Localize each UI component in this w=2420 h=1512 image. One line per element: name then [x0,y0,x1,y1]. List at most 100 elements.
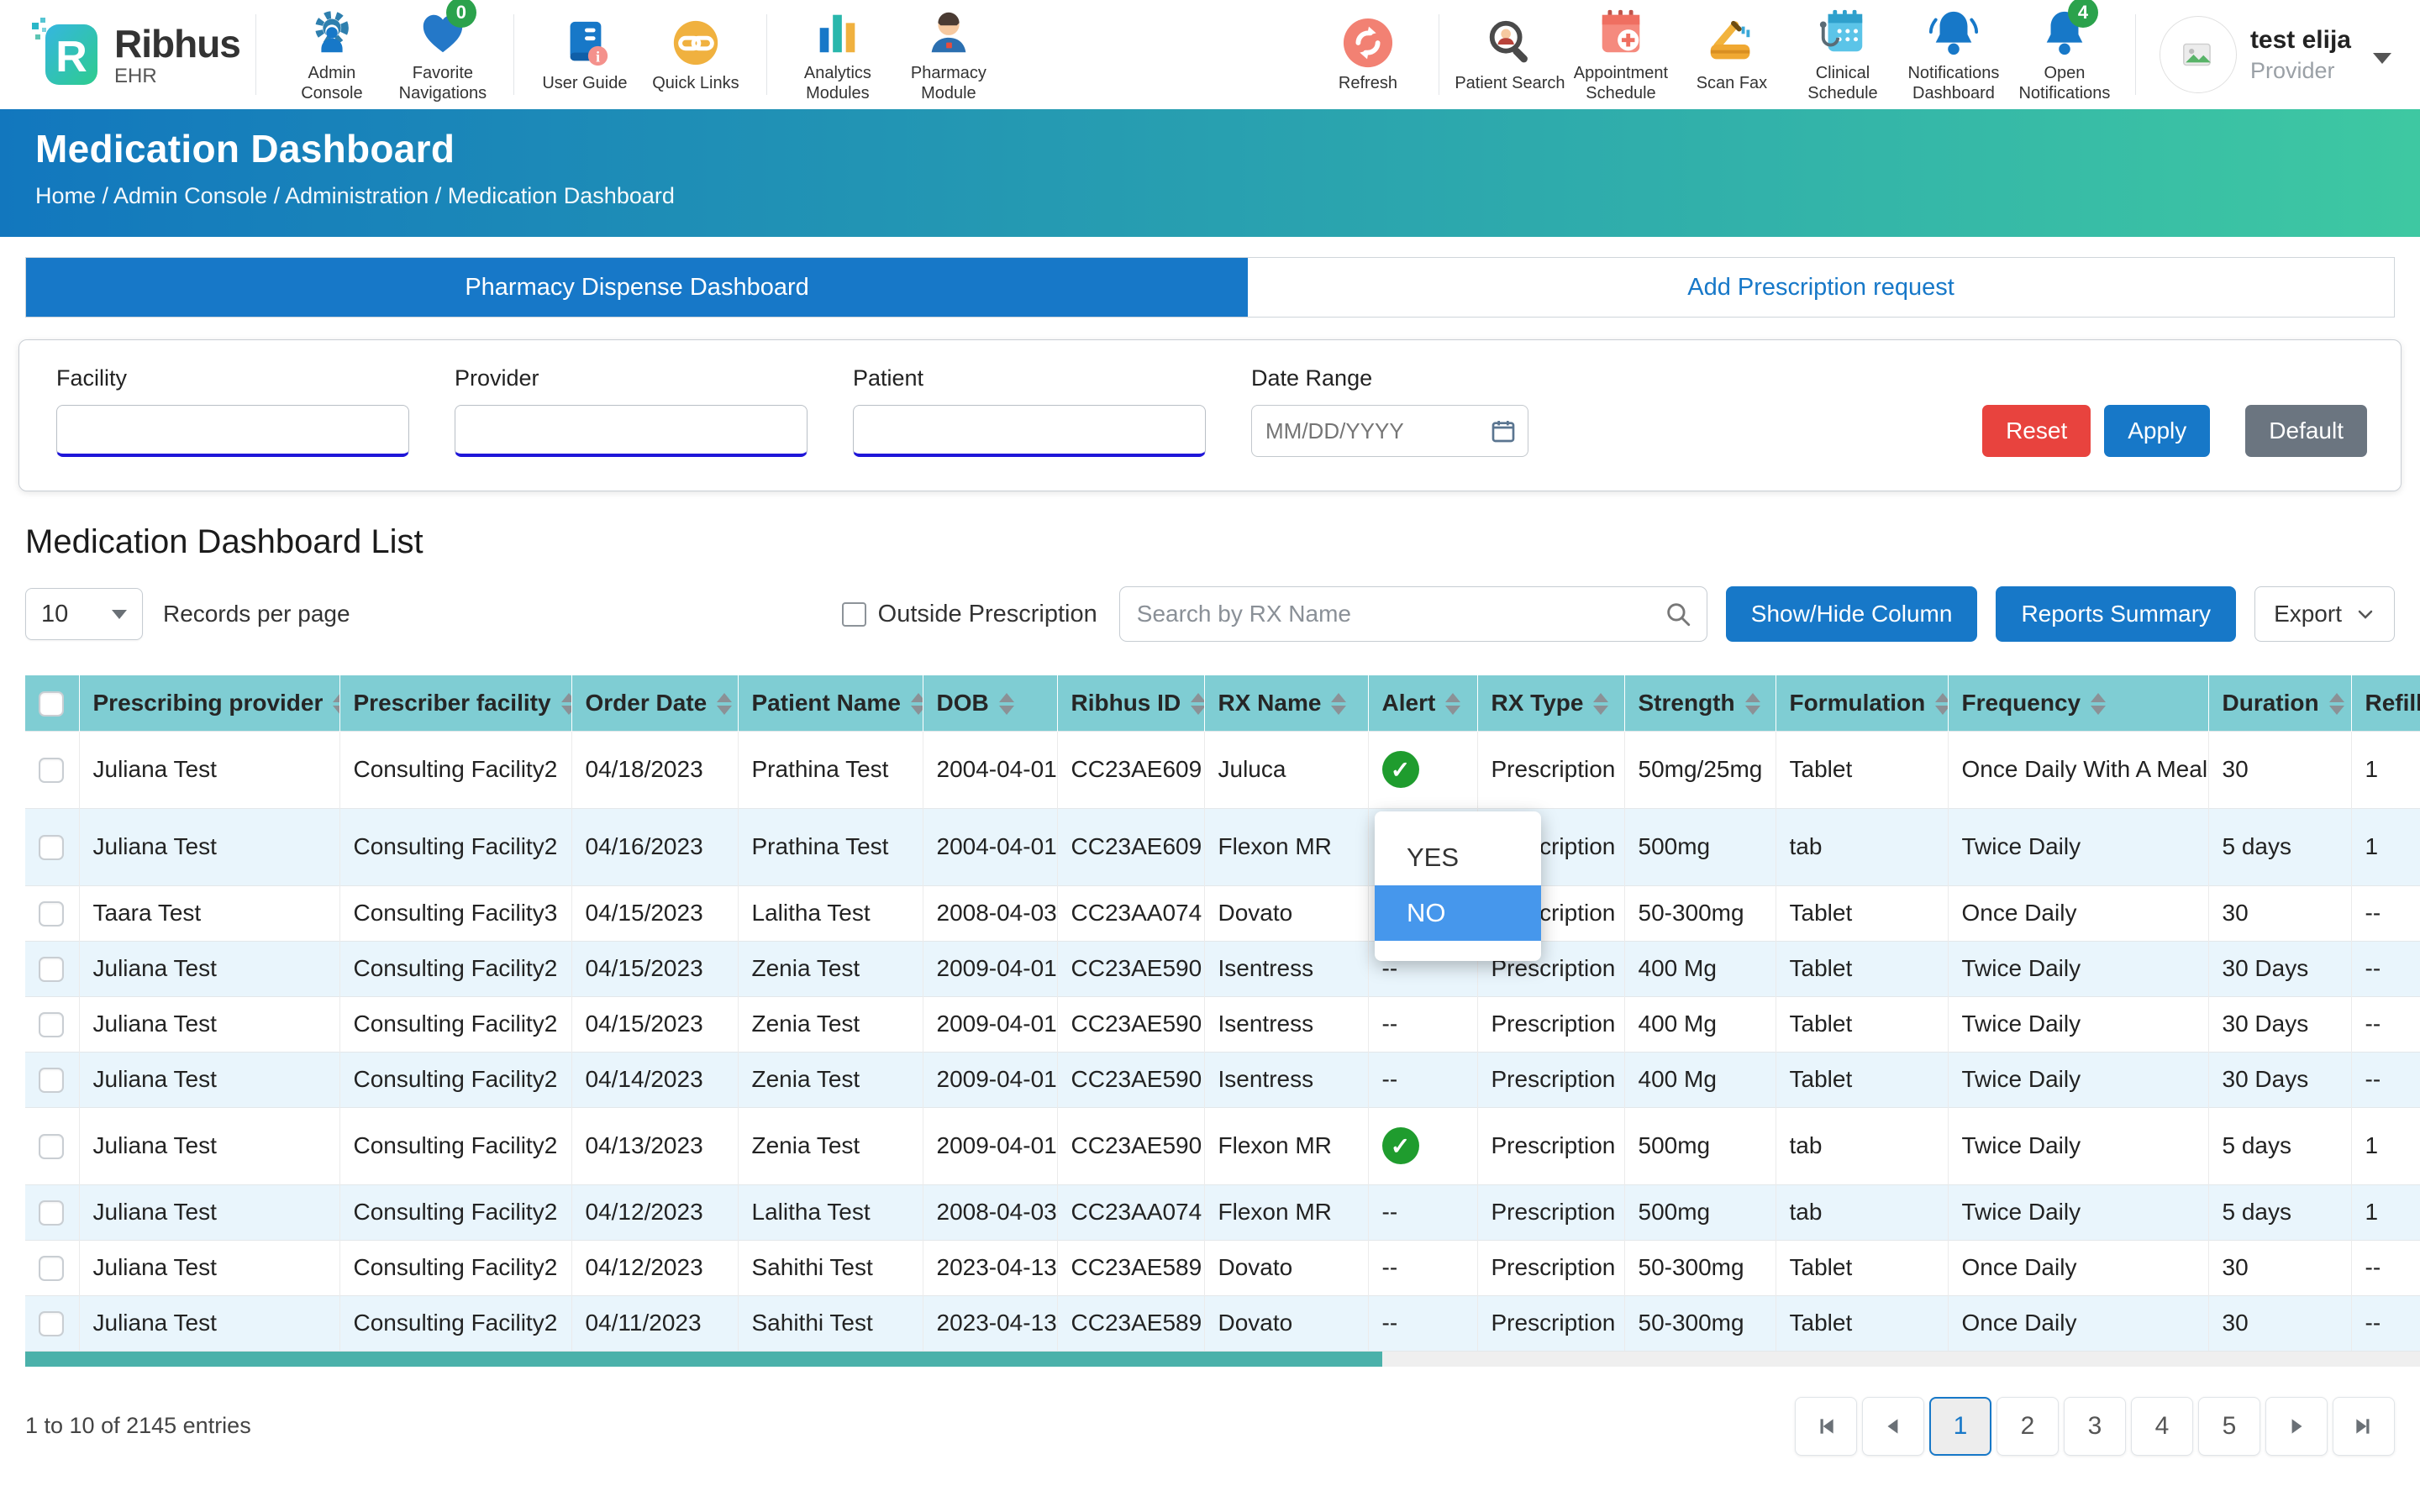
col-header-frequency[interactable]: Frequency [1948,675,2208,731]
sort-icon[interactable] [1191,693,1204,715]
default-button[interactable]: Default [2245,405,2367,457]
alert-check-icon[interactable]: ✓ [1382,1127,1419,1164]
sort-icon[interactable] [1445,693,1460,715]
col-header-duration[interactable]: Duration [2208,675,2351,731]
col-header-select-all[interactable] [25,675,79,731]
cell-ribhus-id: CC23AE609 [1057,731,1204,808]
col-header-alert[interactable]: Alert [1368,675,1477,731]
row-checkbox[interactable] [39,957,64,982]
export-button[interactable]: Export [2254,586,2395,642]
pharmacist-icon [922,6,976,60]
prev-page-button[interactable] [1862,1397,1924,1456]
alert-option-no[interactable]: NO [1375,885,1541,941]
cell-ribhus-id: CC23AE590 [1057,1052,1204,1107]
nav-patient-search[interactable]: Patient Search [1455,16,1565,94]
calendar-icon[interactable] [1490,417,1517,449]
patient-input[interactable] [853,405,1206,457]
tab-add-prescription-request[interactable]: Add Prescription request [1248,258,2394,317]
row-checkbox[interactable] [39,835,64,860]
cell-ribhus-id: CC23AE590 [1057,996,1204,1052]
reports-summary-button[interactable]: Reports Summary [1996,586,2236,642]
row-checkbox[interactable] [39,1012,64,1037]
nav-refresh[interactable]: Refresh [1313,16,1423,94]
row-checkbox[interactable] [39,1256,64,1281]
col-header-prescribing-provider[interactable]: Prescribing provider [79,675,339,731]
col-header-rx-type[interactable]: RX Type [1477,675,1624,731]
scrollbar-thumb[interactable] [25,1352,1382,1367]
nav-appointment-schedule[interactable]: Appointment Schedule [1565,6,1676,103]
row-checkbox[interactable] [39,1134,64,1159]
first-page-button[interactable] [1795,1397,1857,1456]
cell-prescribing-provider: Juliana Test [79,1240,339,1295]
page-button-2[interactable]: 2 [1996,1397,2059,1456]
col-header-refills[interactable]: Refills [2351,675,2420,731]
outside-prescription-checkbox[interactable] [842,602,866,627]
nav-clinical-schedule[interactable]: Clinical Schedule [1787,6,1898,103]
tab-pharmacy-dispense-dashboard[interactable]: Pharmacy Dispense Dashboard [26,258,1248,317]
row-checkbox[interactable] [39,1200,64,1226]
nav-pharmacy-module[interactable]: Pharmacy Module [893,6,1004,103]
sort-icon[interactable] [1593,693,1608,715]
col-header-prescriber-facility[interactable]: Prescriber facility [339,675,571,731]
sort-icon[interactable] [1745,693,1760,715]
column-label: Alert [1382,690,1436,716]
sort-icon[interactable] [333,693,339,715]
reset-button[interactable]: Reset [1982,405,2091,457]
rx-search-input[interactable] [1119,586,1707,642]
row-checkbox[interactable] [39,901,64,927]
alert-check-icon[interactable]: ✓ [1382,751,1419,788]
sort-icon[interactable] [1331,693,1346,715]
nav-open-notifications[interactable]: 4 Open Notifications [2009,6,2120,103]
horizontal-scrollbar[interactable] [25,1352,2420,1367]
alert-option-yes[interactable]: YES [1375,830,1541,885]
sort-icon[interactable] [717,693,732,715]
sort-icon[interactable] [911,693,923,715]
nav-user-guide[interactable]: i User Guide [529,16,640,94]
nav-analytics-modules[interactable]: Analytics Modules [782,6,893,103]
records-per-page-select[interactable]: 10 [25,588,143,640]
first-page-icon [1815,1415,1837,1437]
sort-icon[interactable] [1935,693,1948,715]
user-menu[interactable]: test elija Provider [2160,16,2391,93]
book-icon: i [558,16,612,70]
sort-icon[interactable] [999,693,1014,715]
nav-favorite-navigations[interactable]: 0 Favorite Navigations [387,6,498,103]
col-header-rx-name[interactable]: RX Name [1204,675,1368,731]
next-page-button[interactable] [2265,1397,2328,1456]
sort-icon[interactable] [2329,693,2344,715]
nav-admin-console[interactable]: Admin Console [276,6,387,103]
row-checkbox[interactable] [39,758,64,783]
nav-scan-fax[interactable]: Scan Fax [1676,16,1787,94]
date-range-input[interactable] [1251,405,1528,457]
sort-icon[interactable] [2091,693,2106,715]
cell-frequency: Once Daily [1948,1240,2208,1295]
brand-logo[interactable]: R Ribhus EHR [29,16,240,94]
breadcrumb[interactable]: Home / Admin Console / Administration / … [35,183,2385,209]
medication-table-wrap: Prescribing providerPrescriber facilityO… [25,675,2420,1352]
page-button-5[interactable]: 5 [2198,1397,2260,1456]
col-header-strength[interactable]: Strength [1624,675,1776,731]
col-header-formulation[interactable]: Formulation [1776,675,1948,731]
col-header-order-date[interactable]: Order Date [571,675,738,731]
nav-notifications-dashboard[interactable]: Notifications Dashboard [1898,6,2009,103]
page-button-1[interactable]: 1 [1929,1397,1991,1456]
cell-prescriber-facility: Consulting Facility2 [339,1240,571,1295]
sort-icon[interactable] [561,693,571,715]
show-hide-column-button[interactable]: Show/Hide Column [1726,586,1978,642]
cell-patient-name: Sahithi Test [738,1295,923,1351]
page-button-3[interactable]: 3 [2064,1397,2126,1456]
col-header-patient-name[interactable]: Patient Name [738,675,923,731]
nav-quick-links[interactable]: Quick Links [640,16,751,94]
nav-label: Favorite Navigations [387,64,498,103]
cell-prescriber-facility: Consulting Facility2 [339,996,571,1052]
row-checkbox[interactable] [39,1311,64,1336]
row-checkbox[interactable] [39,1068,64,1093]
col-header-ribhus-id[interactable]: Ribhus ID [1057,675,1204,731]
provider-input[interactable] [455,405,808,457]
apply-button[interactable]: Apply [2104,405,2210,457]
facility-input[interactable] [56,405,409,457]
last-page-button[interactable] [2333,1397,2395,1456]
page-button-4[interactable]: 4 [2131,1397,2193,1456]
select-all-checkbox[interactable] [39,691,64,717]
col-header-dob[interactable]: DOB [923,675,1057,731]
